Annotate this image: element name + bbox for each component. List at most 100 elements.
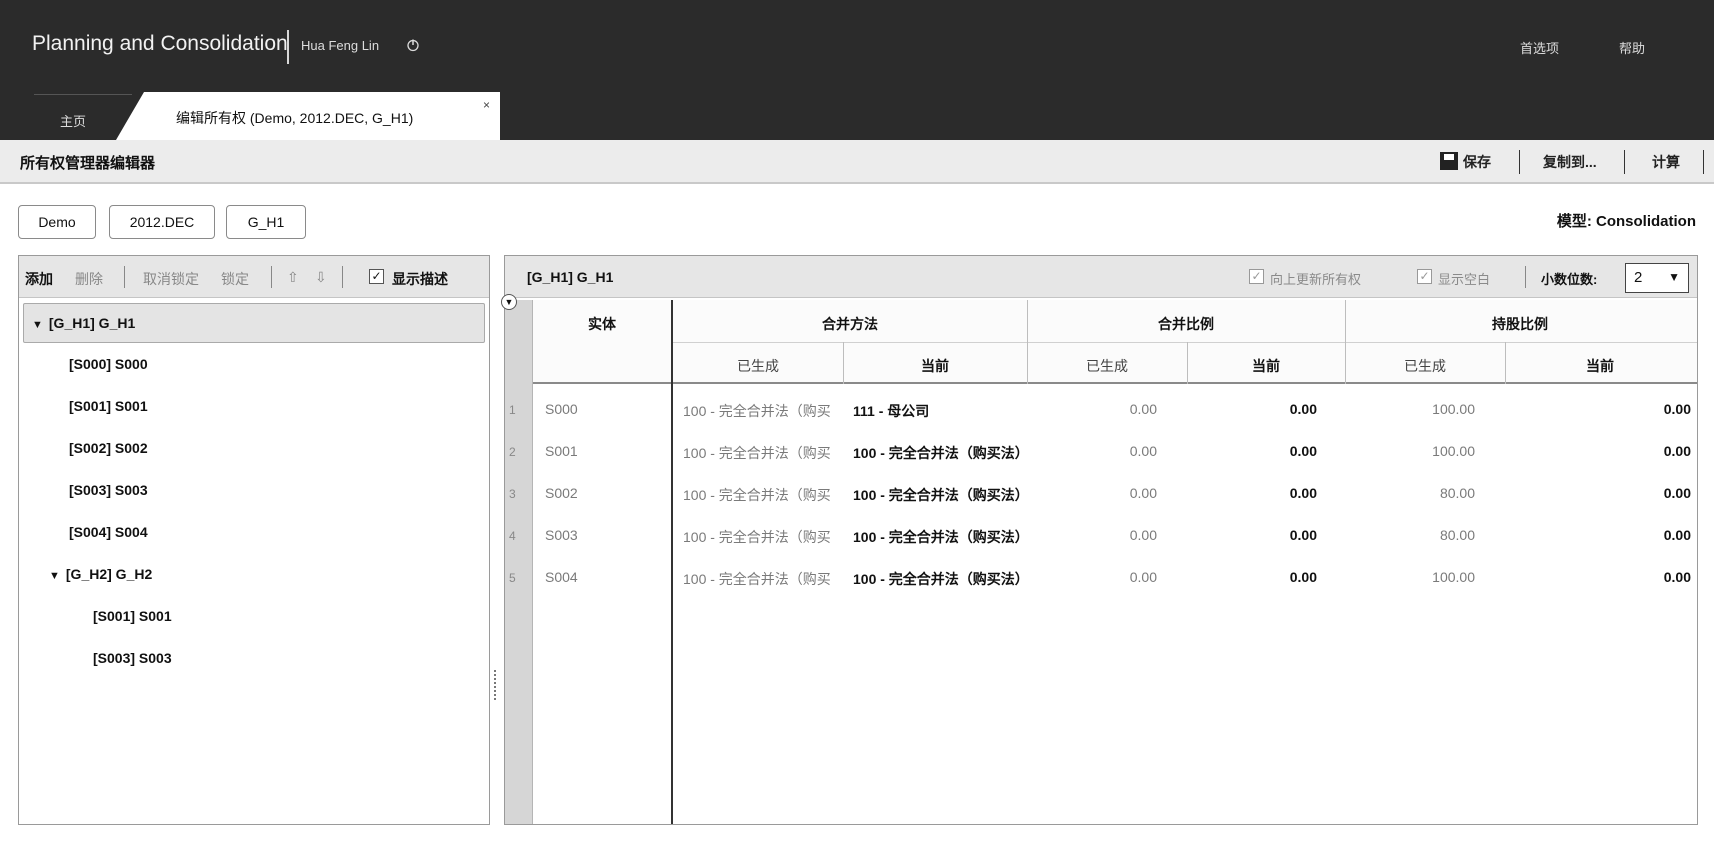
cell-consol-generated[interactable]: 0.00	[1027, 485, 1157, 501]
cell-own-generated[interactable]: 100.00	[1345, 569, 1475, 585]
row-number-column	[505, 300, 533, 824]
cell-method-generated[interactable]: 100 - 完全合并法（购买	[683, 443, 849, 463]
cell-method-generated[interactable]: 100 - 完全合并法（购买	[683, 401, 849, 421]
grid-toolbar: [G_H1] G_H1 ✓ 向上更新所有权 ✓ 显示空白 小数位数: 2 ▼	[505, 256, 1697, 298]
cell-consol-current[interactable]: 0.00	[1187, 401, 1317, 417]
header-pct-consol[interactable]: 合并比例	[1027, 314, 1345, 334]
move-down-icon[interactable]: ⇩	[315, 269, 327, 286]
cell-own-generated[interactable]: 80.00	[1345, 485, 1475, 501]
header-method-current[interactable]: 当前	[843, 356, 1027, 376]
copy-to-button[interactable]: 复制到...	[1543, 152, 1597, 172]
cell-method-current[interactable]: 100 - 完全合并法（购买法）	[853, 569, 1029, 589]
context-group-pill[interactable]: G_H1	[226, 205, 306, 239]
cell-consol-generated[interactable]: 0.00	[1027, 569, 1157, 585]
add-button[interactable]: 添加	[25, 269, 53, 289]
cell-entity[interactable]: S004	[545, 569, 578, 585]
save-button[interactable]: 保存	[1463, 152, 1491, 172]
tab-edit-ownership-label: 编辑所有权 (Demo, 2012.DEC, G_H1)	[176, 110, 414, 126]
grid-menu-icon[interactable]: ▼	[501, 294, 517, 310]
model-label: 模型: Consolidation	[1556, 213, 1696, 230]
update-up-checkbox[interactable]: ✓	[1249, 269, 1264, 284]
chevron-down-icon: ▼	[1668, 270, 1680, 284]
user-name[interactable]: Hua Feng Lin	[301, 38, 379, 53]
cell-method-generated[interactable]: 100 - 完全合并法（购买	[683, 569, 849, 589]
row-number: 1	[509, 403, 516, 417]
tree-item[interactable]: [S000] S000	[69, 356, 148, 372]
cell-consol-generated[interactable]: 0.00	[1027, 527, 1157, 543]
tree-subgroup-label: [G_H2] G_H2	[65, 566, 153, 582]
cell-own-current[interactable]: 0.00	[1505, 485, 1691, 501]
cell-method-generated[interactable]: 100 - 完全合并法（购买	[683, 527, 849, 547]
decimal-places-value: 2	[1634, 269, 1643, 286]
tab-close-icon[interactable]: ×	[483, 98, 490, 112]
header-method-generated[interactable]: 已生成	[673, 356, 843, 376]
cell-own-current[interactable]: 0.00	[1505, 527, 1691, 543]
header-consol-generated[interactable]: 已生成	[1027, 356, 1187, 376]
header-entity[interactable]: 实体	[533, 314, 671, 334]
cell-method-current[interactable]: 100 - 完全合并法（购买法）	[853, 443, 1029, 463]
delete-button[interactable]: 删除	[75, 269, 103, 289]
toolbar-divider	[1525, 266, 1526, 288]
tree-item[interactable]: [S004] S004	[69, 524, 148, 540]
collapse-caret-icon[interactable]: ▼	[49, 570, 60, 582]
title-divider	[287, 30, 289, 64]
cell-consol-current[interactable]: 0.00	[1187, 527, 1317, 543]
grid-title: [G_H1] G_H1	[527, 269, 614, 285]
lock-button[interactable]: 锁定	[221, 269, 249, 289]
collapse-caret-icon[interactable]: ▼	[32, 319, 43, 331]
column-divider	[1505, 342, 1506, 384]
header-pct-own[interactable]: 持股比例	[1345, 314, 1695, 334]
cell-own-current[interactable]: 0.00	[1505, 443, 1691, 459]
header-method[interactable]: 合并方法	[673, 314, 1027, 334]
cell-entity[interactable]: S002	[545, 485, 578, 501]
cell-method-current[interactable]: 100 - 完全合并法（购买法）	[853, 485, 1029, 505]
cell-consol-current[interactable]: 0.00	[1187, 443, 1317, 459]
help-link[interactable]: 帮助	[1619, 38, 1645, 57]
cell-consol-current[interactable]: 0.00	[1187, 485, 1317, 501]
calculate-button[interactable]: 计算	[1652, 152, 1680, 172]
show-description-checkbox[interactable]: ✓	[369, 269, 384, 284]
cell-entity[interactable]: S003	[545, 527, 578, 543]
header-consol-current[interactable]: 当前	[1187, 356, 1345, 376]
tree-item[interactable]: [S003] S003	[69, 482, 148, 498]
cell-method-generated[interactable]: 100 - 完全合并法（购买	[683, 485, 849, 505]
entity-column-border	[671, 300, 673, 824]
cell-consol-generated[interactable]: 0.00	[1027, 401, 1157, 417]
cell-own-current[interactable]: 0.00	[1505, 401, 1691, 417]
context-model-pill[interactable]: Demo	[18, 205, 96, 239]
tree-item[interactable]: [S003] S003	[93, 650, 172, 666]
tree-item[interactable]: [S001] S001	[69, 398, 148, 414]
update-up-label: 向上更新所有权	[1270, 272, 1362, 287]
tree-subgroup-node[interactable]: ▼ [G_H2] G_H2	[49, 566, 152, 582]
cell-method-current[interactable]: 111 - 母公司	[853, 401, 929, 421]
cell-entity[interactable]: S000	[545, 401, 578, 417]
header-own-current[interactable]: 当前	[1505, 356, 1695, 376]
cell-own-generated[interactable]: 80.00	[1345, 527, 1475, 543]
move-up-icon[interactable]: ⇧	[287, 269, 299, 286]
editor-toolbar: 所有权管理器编辑器 保存 复制到... 计算	[0, 140, 1714, 184]
panel-splitter[interactable]	[494, 670, 498, 700]
header-own-generated[interactable]: 已生成	[1345, 356, 1505, 376]
cell-entity[interactable]: S001	[545, 443, 578, 459]
save-icon[interactable]	[1440, 152, 1458, 170]
cell-own-current[interactable]: 0.00	[1505, 569, 1691, 585]
cell-consol-current[interactable]: 0.00	[1187, 569, 1317, 585]
show-blank-checkbox[interactable]: ✓	[1417, 269, 1432, 284]
decimal-places-select[interactable]: 2 ▼	[1625, 263, 1689, 293]
preferences-link[interactable]: 首选项	[1520, 38, 1559, 57]
tab-home[interactable]: 主页	[34, 94, 132, 140]
grid-header: 实体 合并方法 合并比例 持股比例 已生成 当前 已生成 当前 已生成 当前	[533, 300, 1697, 384]
cell-consol-generated[interactable]: 0.00	[1027, 443, 1157, 459]
hierarchy-panel: 添加 删除 取消锁定 锁定 ⇧ ⇩ ✓ 显示描述 ▼ [G_H1] G_H1 [S…	[18, 255, 490, 825]
context-time-pill[interactable]: 2012.DEC	[109, 205, 215, 239]
tree-root-node[interactable]: ▼ [G_H1] G_H1	[23, 303, 485, 343]
cell-method-current[interactable]: 100 - 完全合并法（购买法）	[853, 527, 1029, 547]
cell-own-generated[interactable]: 100.00	[1345, 401, 1475, 417]
tree-root-label: [G_H1] G_H1	[48, 315, 136, 331]
unlock-button[interactable]: 取消锁定	[143, 269, 199, 289]
cell-own-generated[interactable]: 100.00	[1345, 443, 1475, 459]
tab-edit-ownership[interactable]: 编辑所有权 (Demo, 2012.DEC, G_H1) ×	[116, 92, 500, 140]
tree-item[interactable]: [S002] S002	[69, 440, 148, 456]
tree-item[interactable]: [S001] S001	[93, 608, 172, 624]
power-icon[interactable]	[406, 38, 420, 52]
